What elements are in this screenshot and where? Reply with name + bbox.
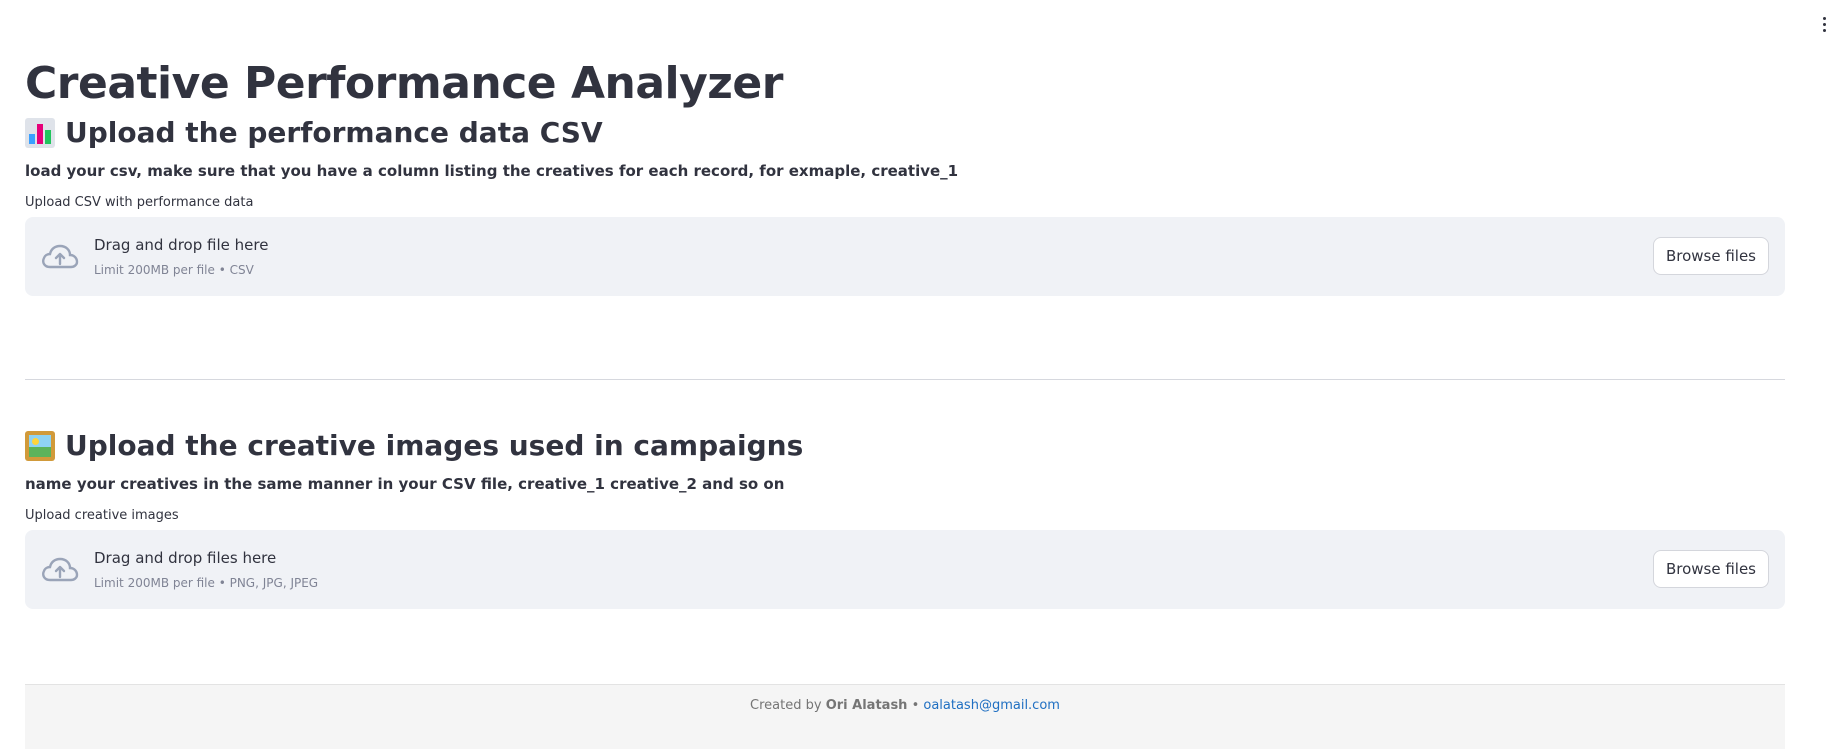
file-dropzone-images[interactable]: Drag and drop files here Limit 200MB per… <box>25 530 1785 609</box>
framed-picture-icon <box>25 430 55 461</box>
bar-chart-icon <box>25 117 55 148</box>
cloud-upload-icon <box>42 244 79 269</box>
divider <box>25 379 1785 380</box>
uploader-label-images: Upload creative images <box>25 508 179 523</box>
vertical-ellipsis-icon <box>1822 16 1826 20</box>
uploader-label-csv: Upload CSV with performance data <box>25 195 254 210</box>
section-heading-images: Upload the creative images used in campa… <box>25 429 803 462</box>
section-heading-text: Upload the creative images used in campa… <box>65 429 804 462</box>
footer-author: Ori Alatash <box>825 698 908 713</box>
section-heading-csv: Upload the performance data CSV <box>25 116 603 149</box>
dropzone-title: Drag and drop files here <box>94 549 277 567</box>
footer-email-link[interactable]: oalatash@gmail.com <box>923 698 1060 713</box>
dropzone-title: Drag and drop file here <box>94 236 269 254</box>
dropzone-limit: Limit 200MB per file • CSV <box>94 263 254 277</box>
footer-separator: • <box>907 698 924 713</box>
page-title: Creative Performance Analyzer <box>25 58 783 109</box>
footer-prefix: Created by <box>750 698 826 713</box>
main-menu-button[interactable] <box>1817 12 1831 36</box>
browse-files-button[interactable]: Browse files <box>1652 550 1769 588</box>
section-description-images: name your creatives in the same manner i… <box>25 475 785 493</box>
section-heading-text: Upload the performance data CSV <box>65 116 603 149</box>
footer: Created by Ori Alatash • oalatash@gmail.… <box>25 684 1785 749</box>
dropzone-limit: Limit 200MB per file • PNG, JPG, JPEG <box>94 576 319 590</box>
cloud-upload-icon <box>42 557 79 582</box>
browse-files-button[interactable]: Browse files <box>1652 237 1769 275</box>
file-dropzone-csv[interactable]: Drag and drop file here Limit 200MB per … <box>25 217 1785 296</box>
section-description-csv: load your csv, make sure that you have a… <box>25 162 959 180</box>
